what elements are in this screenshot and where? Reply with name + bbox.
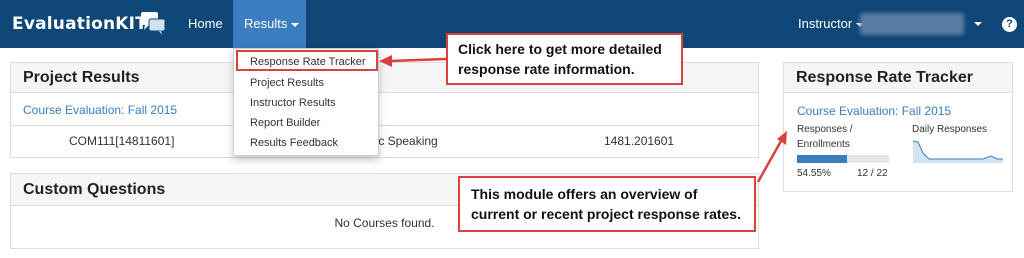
callout-text: Click here to get more detailed (458, 41, 662, 57)
callout-module-overview: This module offers an overview of curren… (458, 176, 756, 232)
callout-text: response rate information. (458, 61, 635, 77)
callout-response-rate-info: Click here to get more detailed response… (446, 33, 683, 85)
callout-text: This module offers an overview of (471, 186, 698, 202)
callout-text: current or recent project response rates… (471, 206, 741, 222)
